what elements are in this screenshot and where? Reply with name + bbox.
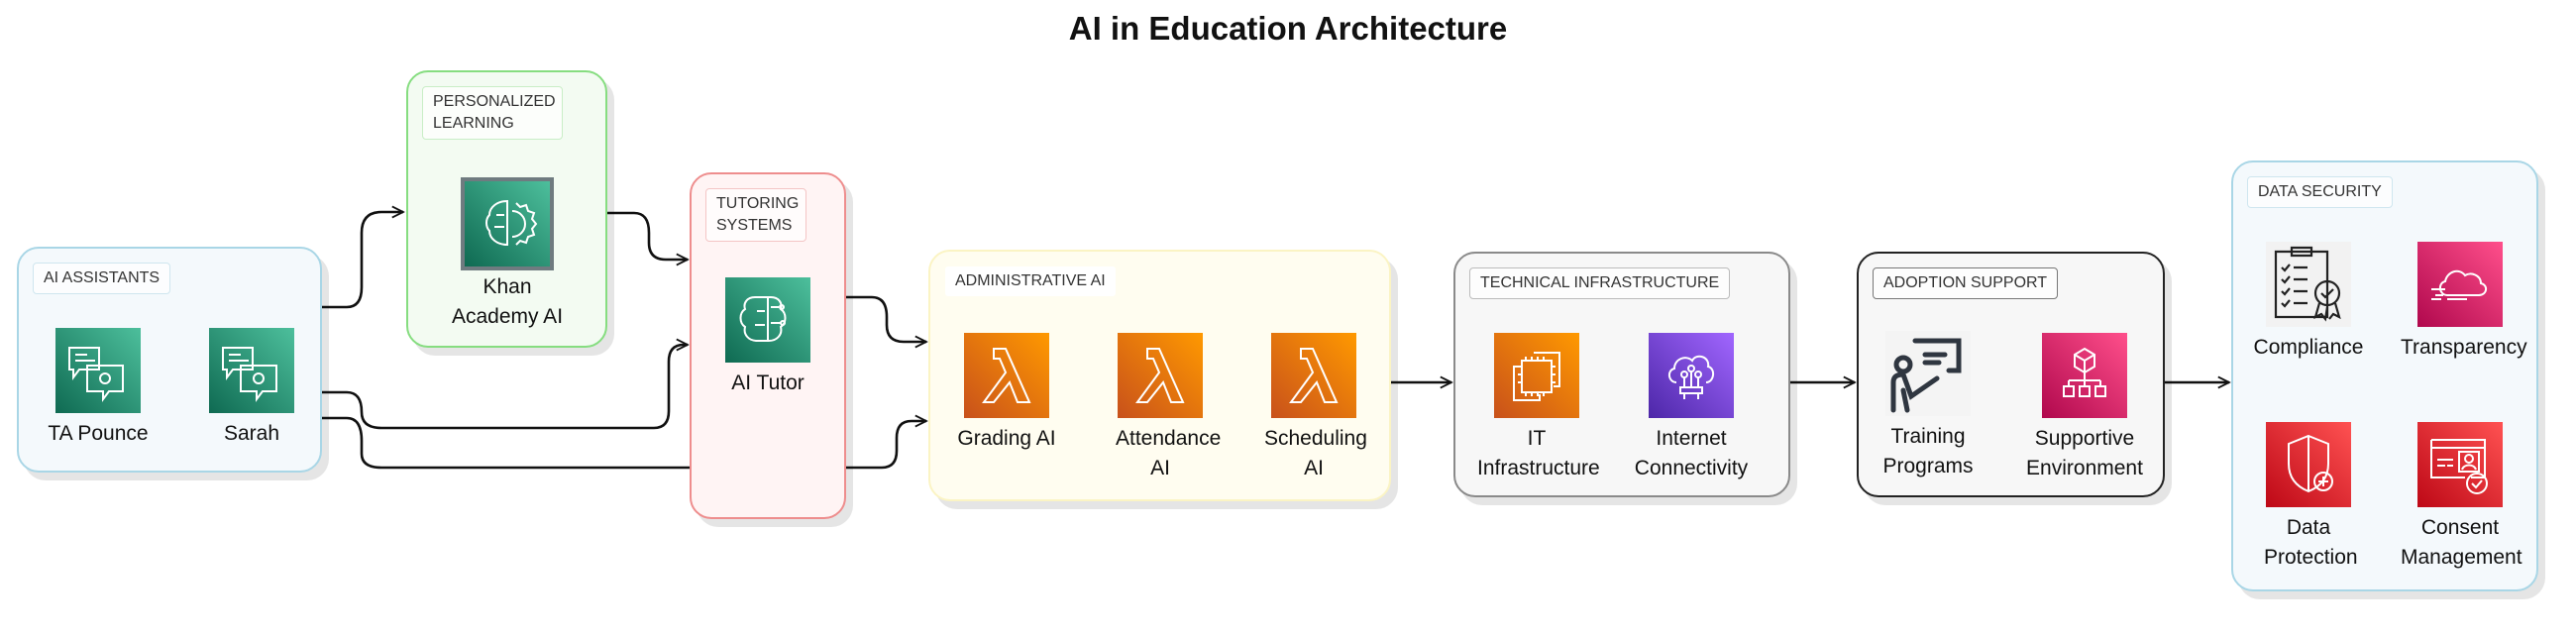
- chatbot-icon: [209, 328, 294, 413]
- node-khan-academy-ai[interactable]: Khan Academy AI: [448, 177, 567, 332]
- node-internet-connectivity[interactable]: Internet Connectivity: [1632, 333, 1751, 483]
- node-sarah[interactable]: Sarah: [192, 328, 311, 449]
- node-label: Consent Management: [2401, 516, 2522, 569]
- group-technical-infrastructure[interactable]: TECHNICAL INFRASTRUCTURE IT Infrastructu…: [1453, 252, 1790, 497]
- node-grading-ai[interactable]: Grading AI: [947, 333, 1066, 454]
- node-consent-management[interactable]: Consent Management: [2401, 422, 2522, 573]
- hierarchy-cube-icon: [2042, 333, 2127, 418]
- edge-tutoring-to-admin: [846, 295, 926, 342]
- group-label: PERSONALIZED LEARNING: [422, 86, 563, 140]
- node-label: Sarah: [223, 422, 280, 445]
- node-data-protection[interactable]: Data Protection: [2249, 422, 2368, 573]
- lambda-icon: [1118, 333, 1203, 418]
- group-label: TUTORING SYSTEMS: [705, 188, 806, 242]
- group-label: AI ASSISTANTS: [33, 263, 171, 294]
- edge-assistants-to-personalized: [322, 212, 403, 309]
- node-label: Supportive Environment: [2026, 427, 2143, 479]
- node-attendance-ai[interactable]: Attendance AI: [1101, 333, 1222, 483]
- id-card-check-icon: [2417, 422, 2503, 507]
- presenter-icon: [1885, 331, 1971, 416]
- node-label: TA Pounce: [48, 422, 149, 445]
- node-supportive-environment[interactable]: Supportive Environment: [2025, 333, 2144, 483]
- node-label: Transparency: [2401, 336, 2527, 359]
- group-label: TECHNICAL INFRASTRUCTURE: [1469, 267, 1731, 299]
- node-it-infrastructure[interactable]: IT Infrastructure: [1477, 333, 1600, 483]
- node-label: Compliance: [2253, 336, 2364, 359]
- node-scheduling-ai[interactable]: Scheduling AI: [1254, 333, 1373, 483]
- group-personalized-learning[interactable]: PERSONALIZED LEARNING Khan Academy AI: [406, 70, 607, 348]
- node-label: Scheduling AI: [1264, 427, 1367, 479]
- node-label: Training Programs: [1882, 425, 1974, 477]
- cloud-icon: [2417, 242, 2503, 327]
- edge-personalized-to-tutoring: [607, 211, 688, 260]
- brain-gear-icon: [461, 177, 554, 270]
- node-label: Grading AI: [957, 427, 1056, 450]
- group-ai-assistants[interactable]: AI ASSISTANTS TA Pounce Sarah: [17, 247, 322, 473]
- lambda-icon: [964, 333, 1049, 418]
- group-administrative-ai[interactable]: ADMINISTRATIVE AI Grading AI Attendance …: [928, 250, 1391, 501]
- group-label: ADOPTION SUPPORT: [1873, 267, 2059, 299]
- cloud-network-icon: [1649, 333, 1734, 418]
- compute-chip-icon: [1494, 333, 1579, 418]
- node-training-programs[interactable]: Training Programs: [1869, 331, 1987, 481]
- edge-assistants-to-tutoring: [322, 345, 688, 430]
- diagram-title: AI in Education Architecture: [1068, 10, 1508, 47]
- node-label: Internet Connectivity: [1634, 427, 1749, 479]
- group-label: ADMINISTRATIVE AI: [944, 265, 1117, 297]
- node-transparency[interactable]: Transparency: [2401, 242, 2527, 363]
- node-ai-tutor[interactable]: AI Tutor: [708, 277, 827, 398]
- lambda-icon: [1271, 333, 1356, 418]
- group-data-security[interactable]: DATA SECURITY Compliance Transparency Da…: [2231, 160, 2538, 591]
- group-adoption-support[interactable]: ADOPTION SUPPORT Training Programs Suppo…: [1857, 252, 2165, 497]
- node-label: AI Tutor: [731, 371, 805, 394]
- node-compliance[interactable]: Compliance: [2249, 242, 2368, 363]
- node-label: IT Infrastructure: [1477, 427, 1600, 479]
- shield-plus-icon: [2266, 422, 2351, 507]
- node-label: Khan Academy AI: [451, 275, 564, 328]
- group-tutoring-systems[interactable]: TUTORING SYSTEMS AI Tutor: [690, 172, 846, 519]
- group-label: DATA SECURITY: [2247, 176, 2393, 208]
- node-label: Attendance AI: [1116, 427, 1222, 479]
- chatbot-icon: [55, 328, 141, 413]
- node-ta-pounce[interactable]: TA Pounce: [39, 328, 158, 449]
- clipboard-certificate-icon: [2266, 242, 2351, 327]
- circuit-brain-icon: [725, 277, 810, 363]
- node-label: Data Protection: [2264, 516, 2358, 569]
